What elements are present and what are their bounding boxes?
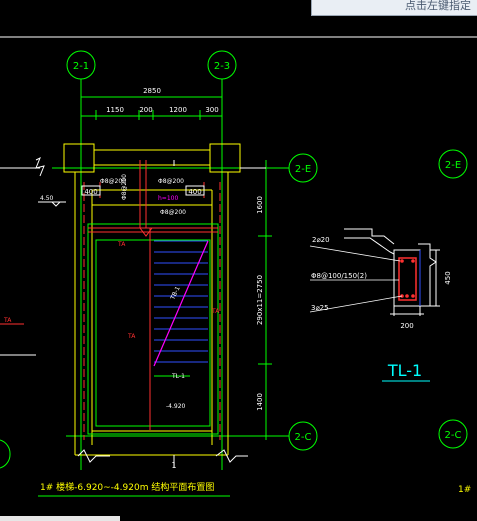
section-bottom-bar-label: 3⌀25 (311, 304, 329, 312)
dim-1200: 1200 (169, 106, 187, 114)
opening-left-label: 400 (84, 188, 97, 196)
tag-ta-left: TA (117, 241, 126, 248)
rebar-label-c: Φ8@200 (121, 174, 128, 200)
axis-label-2-e-right: 2-E (445, 160, 461, 171)
rebar-label-d: Φ8@200 (160, 209, 186, 216)
dim-total: 2850 (143, 87, 161, 95)
break-line-bottom-right (215, 449, 248, 463)
axis-bubble-2-1[interactable]: 2-1 (66, 50, 96, 80)
section-width-label: 200 (400, 322, 413, 330)
break-line-bottom-left (77, 449, 110, 463)
tl1-small-label: TL-1 (171, 373, 185, 380)
axis-bubble-2-e-right[interactable]: 2-E (438, 149, 468, 179)
stair-tag: TB-1 (169, 285, 182, 302)
axis-bubble-partial-left (0, 439, 11, 469)
dim-300: 300 (205, 106, 218, 114)
dim-200: 200 (139, 106, 152, 114)
section-title: TL-1 (387, 361, 422, 380)
axis-bubble-2-e[interactable]: 2-E (288, 153, 318, 183)
axis-label-2-c-right: 2-C (445, 430, 462, 441)
cad-drawing-canvas[interactable]: 2-1 2-3 2-E 2-E 2-C 2-C 2850 1150 200 12 (0, 0, 477, 521)
elevation-label: 4.50 (40, 195, 54, 202)
dim-1400: 1400 (256, 393, 264, 411)
section-top-bar-label: 2⌀20 (312, 236, 330, 244)
dim-1150: 1150 (106, 106, 124, 114)
elevation-triangle (50, 201, 62, 207)
axis-bubble-2-3[interactable]: 2-3 (207, 50, 237, 80)
section-height-label: 450 (444, 271, 452, 284)
axis-bubble-2-c[interactable]: 2-C (288, 421, 318, 451)
section-stirrup (398, 257, 417, 301)
tag-ta-mid: TA (127, 333, 136, 340)
level-small-label: -4.920 (166, 403, 186, 410)
plan-title-right: 1# (458, 485, 471, 495)
dim-flight: 290x11=2750 (256, 275, 264, 325)
axis-label-2-c: 2-C (295, 432, 312, 443)
beams-red[interactable] (83, 160, 221, 440)
section-stirrup-label: Φ8@100/150(2) (311, 272, 367, 280)
status-strip (0, 516, 120, 521)
plan-title: 1# 楼梯-6.920~-4.920m 结构平面布置图 (40, 481, 214, 493)
section-mark: 1 (171, 461, 176, 470)
axis-label-2-e: 2-E (295, 164, 311, 175)
magenta-tag: h=100 (158, 195, 178, 202)
axis-label-2-1: 2-1 (73, 61, 89, 72)
rebar-label-b: Φ8@200 (158, 178, 184, 185)
axis-label-2-3: 2-3 (214, 61, 230, 72)
break-line-left (0, 156, 45, 177)
stair-direction-line (153, 240, 209, 367)
tag-ta-far: TA (3, 317, 12, 324)
tag-ta-right: TA (211, 308, 220, 315)
axis-bubble-2-c-right[interactable]: 2-C (438, 419, 468, 449)
opening-right-label: 400 (188, 188, 201, 196)
dim-1600: 1600 (256, 196, 264, 214)
